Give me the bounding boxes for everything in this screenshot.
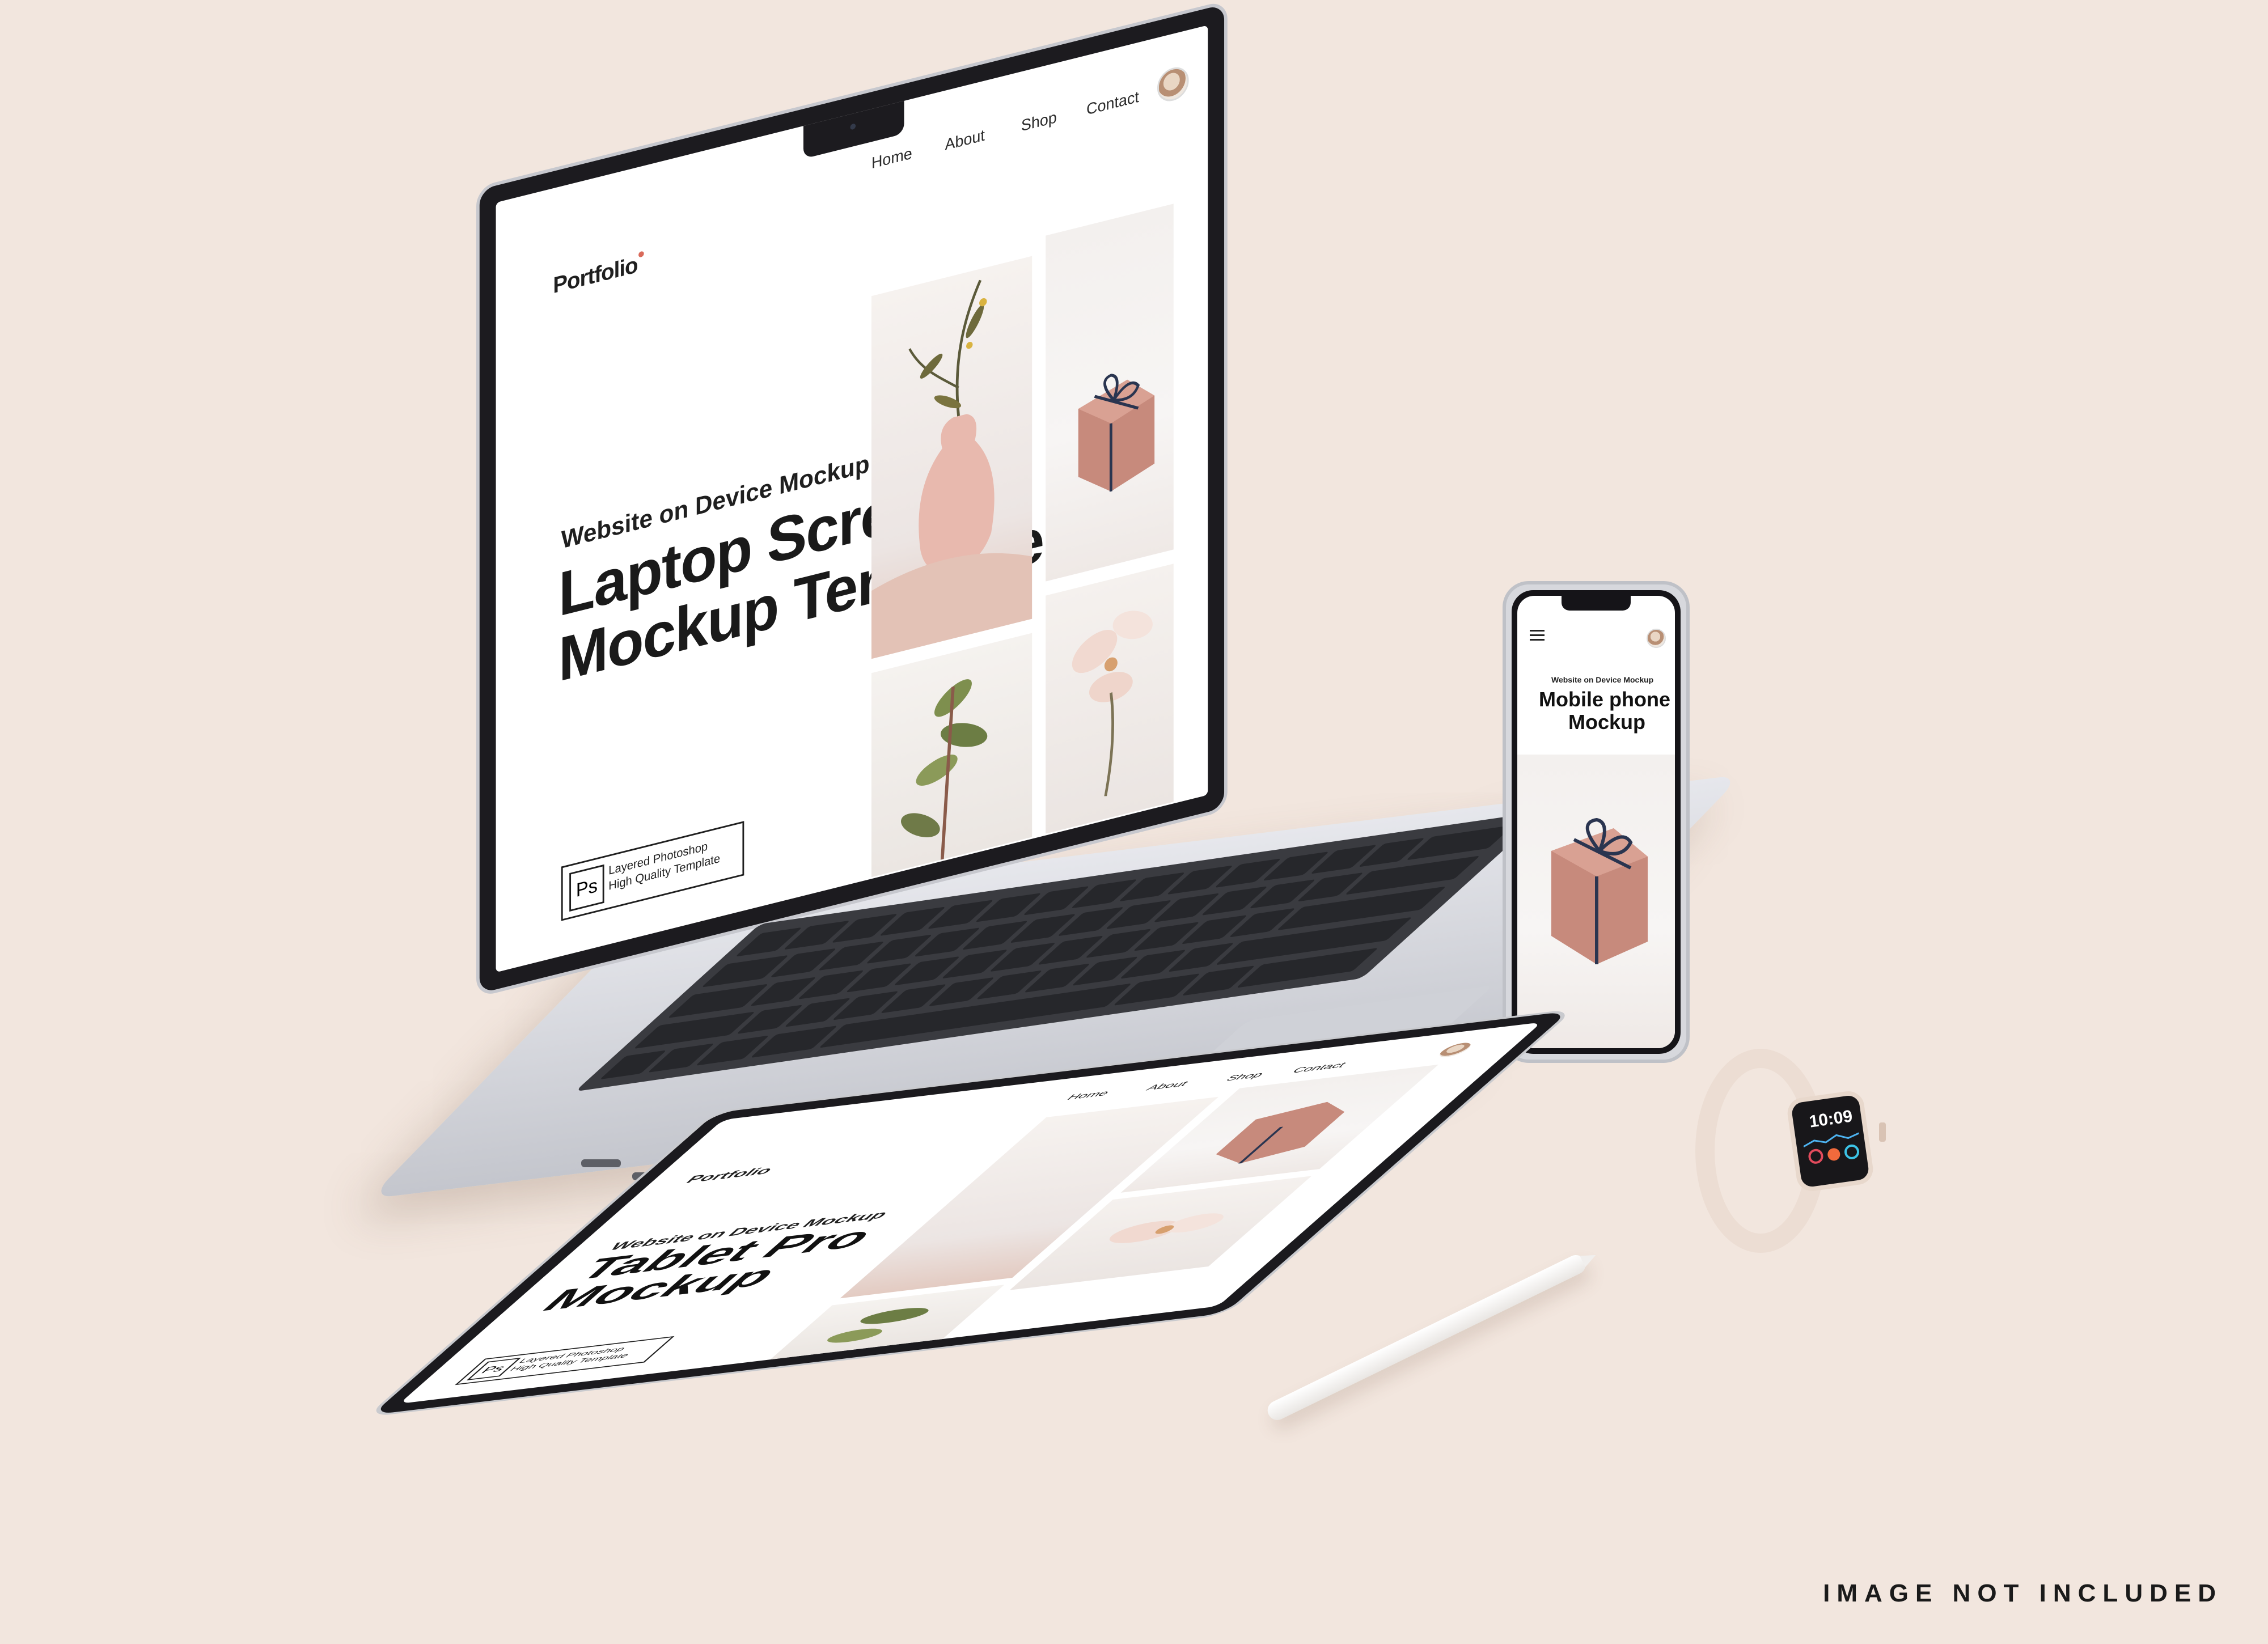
phone-title-line2: Mockup	[1568, 710, 1646, 734]
tablet-logo[interactable]: Portfolio	[682, 1164, 777, 1186]
weather-icon	[1843, 1143, 1860, 1160]
user-avatar[interactable]	[1157, 63, 1189, 105]
activity-ring-icon	[1807, 1148, 1825, 1165]
gift-box-illustration	[1078, 374, 1155, 492]
plant-illustration	[901, 679, 988, 860]
watch-face[interactable]: 10:09	[1785, 1089, 1875, 1193]
phone-screen: Website on Device Mockup Mobile phone Mo…	[1517, 596, 1675, 1048]
nav-contact[interactable]: Contact	[1086, 88, 1139, 119]
tablet-photoshop-badge: Ps Layered Photoshop High Quality Templa…	[455, 1336, 675, 1385]
gift-box-photo	[1046, 204, 1174, 582]
photoshop-badge: Ps Layered Photoshop High Quality Templa…	[561, 821, 744, 921]
nav-shop[interactable]: Shop	[1021, 108, 1057, 135]
nav-about[interactable]: About	[945, 126, 985, 154]
tablet-nav-home[interactable]: Home	[1064, 1088, 1113, 1102]
phone-gift-photo	[1517, 755, 1675, 1048]
logo-dot	[638, 251, 645, 258]
phone-gift-illustration	[1551, 817, 1648, 964]
tablet-nav-about[interactable]: About	[1143, 1079, 1192, 1092]
laptop: Portfolio Home About Shop Contact Websit…	[369, 0, 1743, 1199]
phone-subtitle: Website on Device Mockup	[1551, 675, 1654, 684]
tablet-nav-shop[interactable]: Shop	[1223, 1070, 1267, 1083]
nav-home[interactable]: Home	[871, 144, 912, 172]
tablet-nav-contact[interactable]: Contact	[1289, 1060, 1349, 1075]
photoshop-icon: Ps	[569, 864, 604, 912]
badge-text: Layered Photoshop High Quality Template	[608, 836, 720, 895]
phone-title-line1: Mobile phone	[1539, 688, 1670, 711]
orchid-photo	[1046, 563, 1174, 834]
orchid-illustration	[1072, 611, 1153, 796]
image-not-included-note: IMAGE NOT INCLUDED	[1823, 1579, 2223, 1607]
vase-photo	[871, 256, 1033, 659]
sd-card-slot[interactable]	[581, 1159, 621, 1167]
tablet-avatar[interactable]	[1434, 1041, 1476, 1059]
phone-notch	[1562, 596, 1631, 611]
laptop-screen: Portfolio Home About Shop Contact Websit…	[496, 25, 1208, 973]
watch-time: 10:09	[1808, 1107, 1854, 1132]
hamburger-icon[interactable]	[1530, 630, 1545, 641]
site-logo[interactable]: Portfolio	[553, 251, 645, 299]
digital-crown[interactable]	[1879, 1122, 1886, 1142]
device-mockup-scene: Portfolio Home About Shop Contact Websit…	[0, 0, 2268, 1644]
tablet-badge-text: Layered Photoshop High Quality Template	[506, 1344, 641, 1374]
smartwatch: 10:09	[1695, 1037, 1899, 1276]
plant-photo	[871, 633, 1033, 878]
site-logo-text: Portfolio	[553, 252, 638, 299]
vase-illustration	[871, 279, 1033, 659]
camera-icon	[850, 123, 856, 130]
phone-avatar[interactable]	[1647, 629, 1666, 648]
phone: Website on Device Mockup Mobile phone Mo…	[1503, 581, 1690, 1063]
heart-rate-icon	[1826, 1147, 1841, 1162]
phone-bezel: Website on Device Mockup Mobile phone Mo…	[1512, 590, 1681, 1054]
